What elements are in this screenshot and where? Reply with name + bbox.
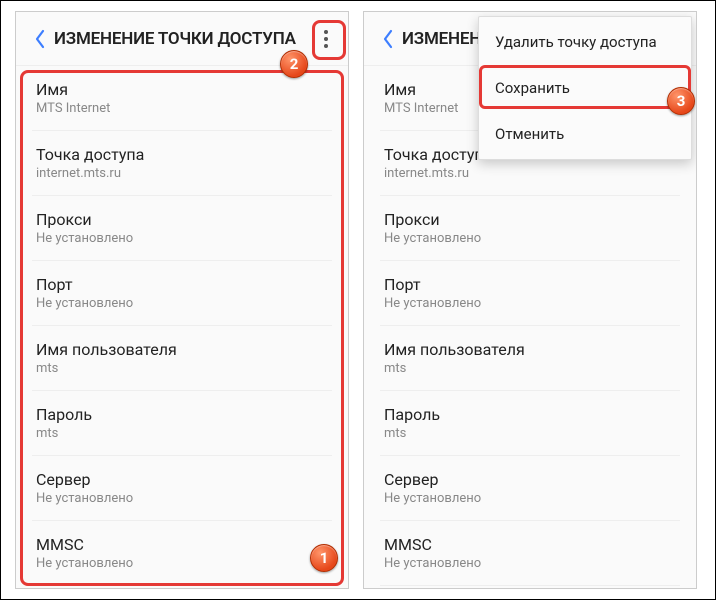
field-label: Прокси [384, 210, 676, 229]
field-value: Не установлено [36, 556, 328, 571]
field-server[interactable]: Сервер Не установлено [380, 456, 680, 521]
step-badge-2: 2 [280, 50, 308, 78]
field-label: Прокси [36, 210, 328, 229]
field-value: Не установлено [36, 231, 328, 246]
phone-screen-left: ИЗМЕНЕНИЕ ТОЧКИ ДОСТУПА Имя MTS Internet… [15, 11, 349, 589]
field-mmsc[interactable]: MMSC Не установлено [380, 521, 680, 586]
field-label: MMSC [36, 535, 328, 554]
tutorial-container: ИЗМЕНЕНИЕ ТОЧКИ ДОСТУПА Имя MTS Internet… [0, 0, 716, 600]
back-button[interactable] [26, 21, 54, 57]
field-value: mts [36, 426, 328, 441]
field-proxy[interactable]: Прокси Не установлено [380, 196, 680, 261]
field-username[interactable]: Имя пользователя mts [380, 326, 680, 391]
field-value: Не установлено [384, 296, 676, 311]
field-server[interactable]: Сервер Не установлено [32, 456, 332, 521]
field-value: Не установлено [384, 556, 676, 571]
field-label: Порт [36, 275, 328, 294]
field-mmsc[interactable]: MMSC Не установлено [32, 521, 332, 586]
back-button[interactable] [374, 21, 402, 57]
field-label: Пароль [384, 405, 676, 424]
options-popup: Удалить точку доступа Сохранить 3 Отмени… [478, 16, 692, 160]
field-label: Имя пользователя [36, 340, 328, 359]
phone-screen-right: ИЗМЕНЕНИЕ ТОЧКИ ДОСТУПА Имя MTS Internet… [363, 11, 697, 589]
page-title: ИЗМЕНЕНИЕ ТОЧКИ ДОСТУПА [54, 29, 310, 49]
menu-cancel[interactable]: Отменить [479, 111, 691, 157]
field-label: Точка доступа [36, 145, 328, 164]
field-label: Пароль [36, 405, 328, 424]
chevron-left-icon [382, 29, 394, 49]
field-password[interactable]: Пароль mts [32, 391, 332, 456]
field-label: MMSC [384, 535, 676, 554]
field-value: mts [384, 361, 676, 376]
field-proxy[interactable]: Прокси Не установлено [32, 196, 332, 261]
field-value: Не установлено [36, 491, 328, 506]
field-port[interactable]: Порт Не установлено [380, 261, 680, 326]
menu-save[interactable]: Сохранить [479, 65, 691, 111]
chevron-left-icon [34, 29, 46, 49]
field-label: Имя пользователя [384, 340, 676, 359]
apn-fields-list: Имя MTS Internet Точка доступа internet.… [16, 66, 348, 586]
field-value: MTS Internet [36, 101, 328, 116]
step-badge-1: 1 [310, 544, 338, 572]
step-badge-3: 3 [667, 87, 695, 115]
field-value: internet.mts.ru [384, 166, 676, 181]
field-value: internet.mts.ru [36, 166, 328, 181]
field-value: Не установлено [384, 231, 676, 246]
field-label: Сервер [384, 470, 676, 489]
field-label: Порт [384, 275, 676, 294]
field-value: Не установлено [36, 296, 328, 311]
field-value: mts [384, 426, 676, 441]
field-value: mts [36, 361, 328, 376]
more-vertical-icon [324, 30, 328, 48]
field-password[interactable]: Пароль mts [380, 391, 680, 456]
field-label: Имя [36, 80, 328, 99]
field-label: Сервер [36, 470, 328, 489]
field-username[interactable]: Имя пользователя mts [32, 326, 332, 391]
field-apn[interactable]: Точка доступа internet.mts.ru [32, 131, 332, 196]
field-value: Не установлено [384, 491, 676, 506]
more-options-button[interactable] [310, 21, 342, 57]
field-port[interactable]: Порт Не установлено [32, 261, 332, 326]
menu-delete-apn[interactable]: Удалить точку доступа [479, 19, 691, 65]
